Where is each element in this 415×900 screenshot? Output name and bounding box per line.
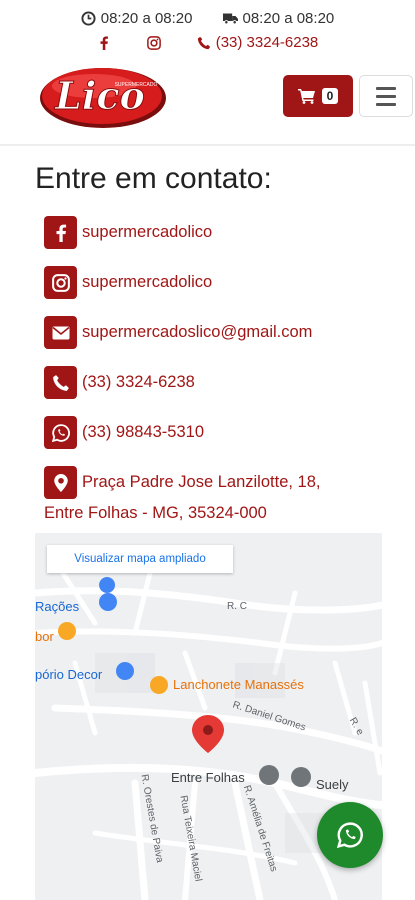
contact-email-text: supermercadoslico@gmail.com bbox=[82, 323, 313, 341]
delivery-hours-text: 08:20 a 08:20 bbox=[242, 10, 335, 27]
opening-hours: 08:20 a 08:20 bbox=[81, 10, 193, 27]
contact-facebook-text: supermercadolico bbox=[82, 223, 213, 241]
contact-instagram[interactable]: supermercadolico bbox=[44, 266, 212, 299]
map-place-decor: pório Decor bbox=[35, 667, 103, 682]
map-place-suely: Suely bbox=[316, 777, 349, 792]
whatsapp-icon bbox=[44, 416, 77, 449]
map-place-bor: bor bbox=[35, 629, 54, 644]
contact-whatsapp[interactable]: (33) 98843-5310 bbox=[44, 416, 204, 449]
map-place-entre-folhas: Entre Folhas bbox=[171, 770, 245, 785]
contact-facebook[interactable]: supermercadolico bbox=[44, 216, 212, 249]
site-logo[interactable]: Lico SUPERMERCADO bbox=[38, 64, 168, 130]
contact-whatsapp-text: (33) 98843-5310 bbox=[82, 423, 205, 441]
social-contact-row: (33) 3324-6238 bbox=[0, 34, 415, 51]
hamburger-icon-bar bbox=[376, 94, 396, 98]
address-line2: Entre Folhas - MG, 35324-000 bbox=[44, 504, 267, 522]
shopping-cart-icon bbox=[297, 89, 315, 104]
map-place-racoes: Rações bbox=[35, 599, 80, 614]
site-header: Lico SUPERMERCADO 0 bbox=[0, 60, 415, 146]
contact-email[interactable]: supermercadoslico@gmail.com bbox=[44, 316, 312, 349]
map-marker-icon bbox=[44, 466, 77, 499]
contact-address[interactable]: Praça Padre Jose Lanzilotte, 18, Entre F… bbox=[44, 466, 364, 527]
contact-phone[interactable]: (33) 3324-6238 bbox=[44, 366, 195, 399]
racoes-marker bbox=[99, 577, 116, 593]
map-place-lanchonete: Lanchonete Manassés bbox=[173, 677, 304, 692]
instagram-icon[interactable] bbox=[146, 35, 161, 50]
envelope-icon bbox=[44, 316, 77, 349]
view-larger-map-link[interactable]: Visualizar mapa ampliado bbox=[47, 545, 233, 573]
menu-toggle-button[interactable] bbox=[359, 75, 413, 117]
facebook-icon bbox=[44, 216, 77, 249]
top-phone-link[interactable]: (33) 3324-6238 bbox=[197, 34, 319, 51]
whatsapp-icon bbox=[337, 822, 363, 848]
logo-text: Lico bbox=[54, 73, 145, 118]
hours-row: 08:20 a 08:20 08:20 a 08:20 bbox=[0, 10, 415, 27]
address-line1: Praça Padre Jose Lanzilotte, 18, bbox=[82, 472, 321, 491]
map-road-rc: R. C bbox=[227, 601, 247, 612]
phone-icon bbox=[197, 36, 210, 49]
top-phone-text: (33) 3324-6238 bbox=[215, 34, 319, 51]
hamburger-icon-bar bbox=[376, 102, 396, 106]
truck-icon bbox=[222, 13, 238, 25]
delivery-hours: 08:20 a 08:20 bbox=[222, 10, 335, 27]
cart-button[interactable]: 0 bbox=[283, 75, 353, 117]
contact-instagram-text: supermercadolico bbox=[82, 273, 213, 291]
top-bar: 08:20 a 08:20 08:20 a 08:20 (33) 3324-62… bbox=[0, 0, 415, 60]
logo-subtext: SUPERMERCADO bbox=[115, 82, 158, 88]
page-title: Entre em contato: bbox=[35, 162, 272, 195]
clock-icon bbox=[81, 11, 96, 26]
instagram-icon bbox=[44, 266, 77, 299]
whatsapp-float-button[interactable] bbox=[317, 802, 383, 868]
facebook-icon[interactable] bbox=[97, 35, 111, 50]
phone-icon bbox=[44, 366, 77, 399]
contact-phone-text: (33) 3324-6238 bbox=[82, 373, 195, 391]
cart-count-badge: 0 bbox=[321, 88, 339, 104]
hamburger-icon bbox=[376, 86, 396, 90]
opening-hours-text: 08:20 a 08:20 bbox=[100, 10, 193, 27]
